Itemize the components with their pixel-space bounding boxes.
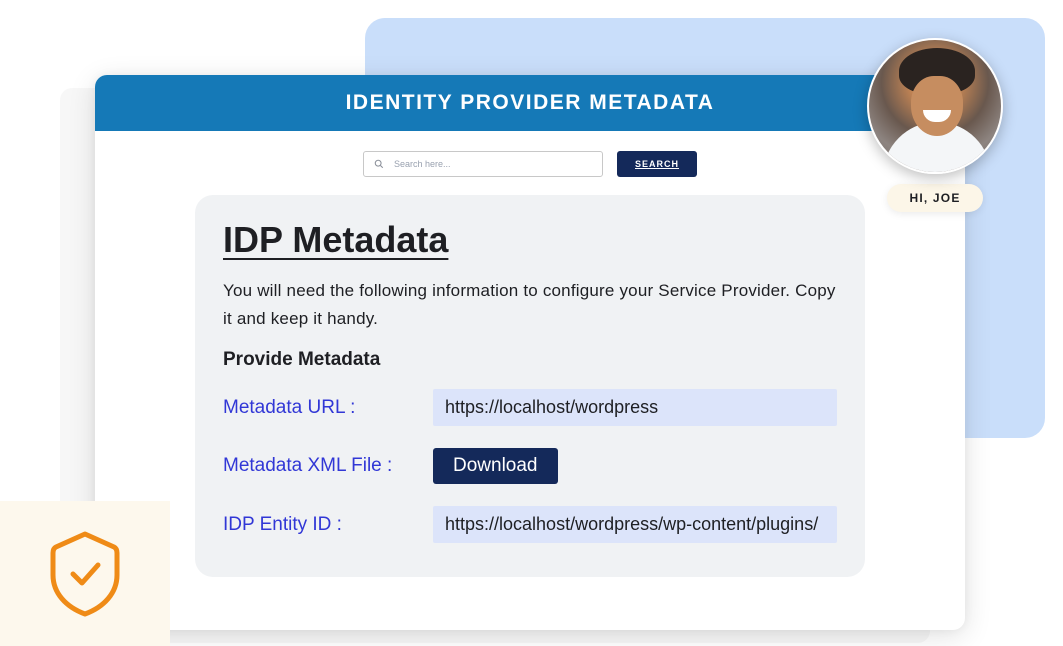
- idp-metadata-card: IDP Metadata You will need the following…: [195, 195, 865, 577]
- security-badge-tile: [0, 501, 170, 646]
- search-icon: [374, 159, 384, 169]
- card-subheader: Provide Metadata: [223, 349, 837, 371]
- metadata-xml-row: Metadata XML File : Download: [223, 448, 837, 484]
- entity-id-label: IDP Entity ID :: [223, 514, 433, 536]
- entity-id-row: IDP Entity ID : https://localhost/wordpr…: [223, 506, 837, 543]
- search-button[interactable]: SEARCH: [617, 151, 697, 177]
- user-greeting: HI, JOE: [887, 184, 982, 212]
- metadata-url-label: Metadata URL :: [223, 397, 433, 419]
- entity-id-value[interactable]: https://localhost/wordpress/wp-content/p…: [433, 506, 837, 543]
- metadata-xml-label: Metadata XML File :: [223, 455, 433, 477]
- download-button[interactable]: Download: [433, 448, 558, 484]
- search-row: Search here... SEARCH: [95, 131, 965, 195]
- metadata-url-row: Metadata URL : https://localhost/wordpre…: [223, 389, 837, 426]
- search-input[interactable]: Search here...: [363, 151, 603, 177]
- shield-check-icon: [46, 529, 124, 619]
- card-title: IDP Metadata: [223, 219, 837, 261]
- user-avatar-block: HI, JOE: [867, 38, 1003, 212]
- main-window: IDENTITY PROVIDER METADATA Search here..…: [95, 75, 965, 630]
- avatar-face: [911, 76, 963, 136]
- metadata-url-value[interactable]: https://localhost/wordpress: [433, 389, 837, 426]
- avatar[interactable]: [867, 38, 1003, 174]
- page-title: IDENTITY PROVIDER METADATA: [95, 75, 965, 131]
- search-placeholder: Search here...: [394, 159, 451, 169]
- card-description: You will need the following information …: [223, 277, 837, 333]
